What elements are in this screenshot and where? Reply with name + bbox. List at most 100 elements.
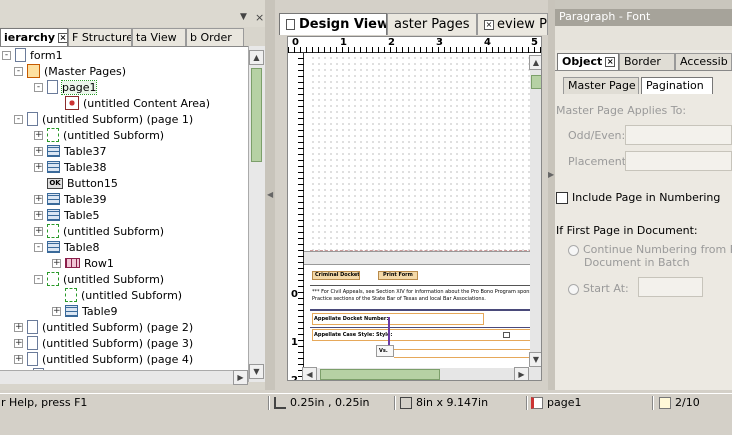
tab-preview-pdf[interactable]: ×eview PDF [477,13,548,35]
close-tab-icon[interactable]: × [484,19,494,30]
tree-item[interactable]: + Table38 [34,159,106,175]
expand-icon[interactable]: + [14,354,23,364]
collapse-icon[interactable]: - [34,274,43,284]
tree-item[interactable]: + Table39 [34,191,106,207]
paragraph-font-header[interactable]: Paragraph - Font [555,9,732,26]
scroll-down-icon[interactable]: ▼ [249,364,264,379]
expand-icon[interactable]: + [52,306,61,316]
rule-line [394,357,532,358]
expand-icon[interactable]: + [52,258,61,268]
expand-icon[interactable]: + [34,162,43,172]
scroll-thumb[interactable] [251,68,262,162]
tree-item-label: Table5 [64,208,100,222]
tree-item[interactable]: + Table37 [34,143,106,159]
design-vscrollbar[interactable]: ▲ ▼ [529,55,541,368]
tab-data-view[interactable]: ta View [132,28,186,46]
subform-icon [47,128,59,142]
criminal-docket-tab[interactable]: Criminal Docket [312,271,360,280]
design-hscrollbar[interactable]: ◀ ▶ [302,367,541,380]
dropdown-icon[interactable] [503,332,510,338]
tree-item[interactable]: + (untitled Subform) [34,127,164,143]
tree-scrollbar[interactable]: ▲ ▼ [248,46,265,382]
tree-item[interactable]: - (Master Pages) [14,63,126,79]
scroll-up-icon[interactable]: ▲ [249,50,264,65]
expand-icon[interactable]: + [14,322,23,332]
tree-item[interactable]: - page1 [34,79,98,95]
start-at-input[interactable] [638,277,703,297]
tree-item[interactable]: (untitled Content Area) [52,95,210,111]
tab-master-pages[interactable]: aster Pages [387,13,477,35]
panel-menu-icon[interactable]: ▼ [240,12,247,22]
tree-item[interactable]: - (untitled Subform) [34,271,164,287]
left-splitter[interactable]: ◀ [265,0,275,390]
tree-item[interactable]: + Row1 [52,255,114,271]
close-tab-icon[interactable]: × [605,57,616,67]
master-page-grid[interactable] [310,55,532,251]
tab-design-view[interactable]: Design View [279,13,387,35]
start-at-option[interactable]: Start At: [568,282,629,295]
collapse-icon[interactable]: - [2,50,11,60]
tree-item[interactable]: + (untitled Subform) (page 3) [14,335,193,351]
tab-pagination[interactable]: Pagination [641,77,713,94]
continue-numbering-radio[interactable] [568,244,579,256]
scroll-thumb[interactable] [531,75,541,89]
expand-icon[interactable]: + [34,146,43,156]
tree-item[interactable]: + Table9 [52,303,117,319]
print-form-button[interactable]: Print Form [378,271,418,280]
size-segment: 8in x 9.147in [400,396,488,409]
scroll-right-icon[interactable]: ▶ [514,367,529,380]
design-canvas[interactable]: 0 1 2 3 4 5 0 1 2 Criminal Docket Print … [287,36,542,381]
tree-item[interactable]: + (untitled Subform) (page 2) [14,319,193,335]
close-panel-icon[interactable]: × [255,11,264,24]
tree-item[interactable]: + (untitled Subform) (page 4) [14,351,193,367]
tree-item[interactable]: - form1 [2,47,63,63]
case-style-field[interactable]: Appellate Case Style: Style: [312,329,532,341]
tree-item-label: (untitled Subform) [63,224,165,238]
expand-icon[interactable]: + [34,226,43,236]
close-tab-icon[interactable]: × [58,33,67,43]
odd-even-select[interactable] [625,125,732,145]
docket-number-field[interactable]: Appellate Docket Number: [312,313,484,325]
continue-numbering-option[interactable]: Continue Numbering from Prev [568,243,732,256]
placement-select[interactable] [625,151,732,171]
tree-item[interactable]: - (untitled Subform) (page 1) [14,111,193,127]
scroll-up-icon[interactable]: ▲ [529,55,541,70]
expand-icon[interactable]: + [34,194,43,204]
tree-hscrollbar[interactable]: ▶ [0,370,248,385]
rule-line [310,285,532,286]
panel-topbar: ▼ × [0,0,272,27]
expand-icon[interactable]: + [14,338,23,348]
include-page-numbering[interactable]: Include Page in Numbering [556,191,720,204]
collapse-icon[interactable]: - [14,114,23,124]
tab-tab-order[interactable]: b Order [186,28,244,46]
vs-box[interactable]: Vs. [376,345,394,357]
scroll-left-icon[interactable]: ◀ [302,367,317,380]
tree-item[interactable]: (untitled Subform) [52,287,182,303]
collapse-icon[interactable]: - [34,82,43,92]
tab-accessibility[interactable]: Accessib [675,53,732,70]
right-splitter[interactable]: ▶ [548,0,555,390]
tree-item[interactable]: - Table8 [34,239,99,255]
expand-icon[interactable]: + [34,210,43,220]
expand-icon[interactable]: + [34,130,43,140]
tree-item[interactable]: + Table5 [34,207,99,223]
scroll-thumb[interactable] [320,369,440,380]
tab-hierarchy[interactable]: ierarchy × [0,28,68,46]
tree-item[interactable]: + (untitled Subform) [34,223,164,239]
form-page-preview[interactable]: Criminal Docket Print Form *** For Civil… [310,265,532,365]
collapse-left-icon[interactable]: ◀ [267,190,273,199]
tab-master-page[interactable]: Master Page [563,77,639,94]
include-page-checkbox[interactable] [556,192,568,204]
collapse-icon[interactable]: - [34,242,43,252]
scroll-down-icon[interactable]: ▼ [529,352,541,367]
tab-pdf-structure[interactable]: F Structure [68,28,132,46]
collapse-right-icon[interactable]: ▶ [548,170,554,179]
tab-preview-pdf-label: eview PDF [497,17,547,32]
tab-object[interactable]: Object × [557,53,619,70]
tab-border[interactable]: Border [619,53,675,70]
collapse-icon[interactable]: - [14,66,23,76]
tree-item[interactable]: OK Button15 [34,175,118,191]
tab-hierarchy-label: ierarchy [4,31,56,44]
start-at-radio[interactable] [568,283,579,295]
scroll-right-icon[interactable]: ▶ [233,370,248,385]
